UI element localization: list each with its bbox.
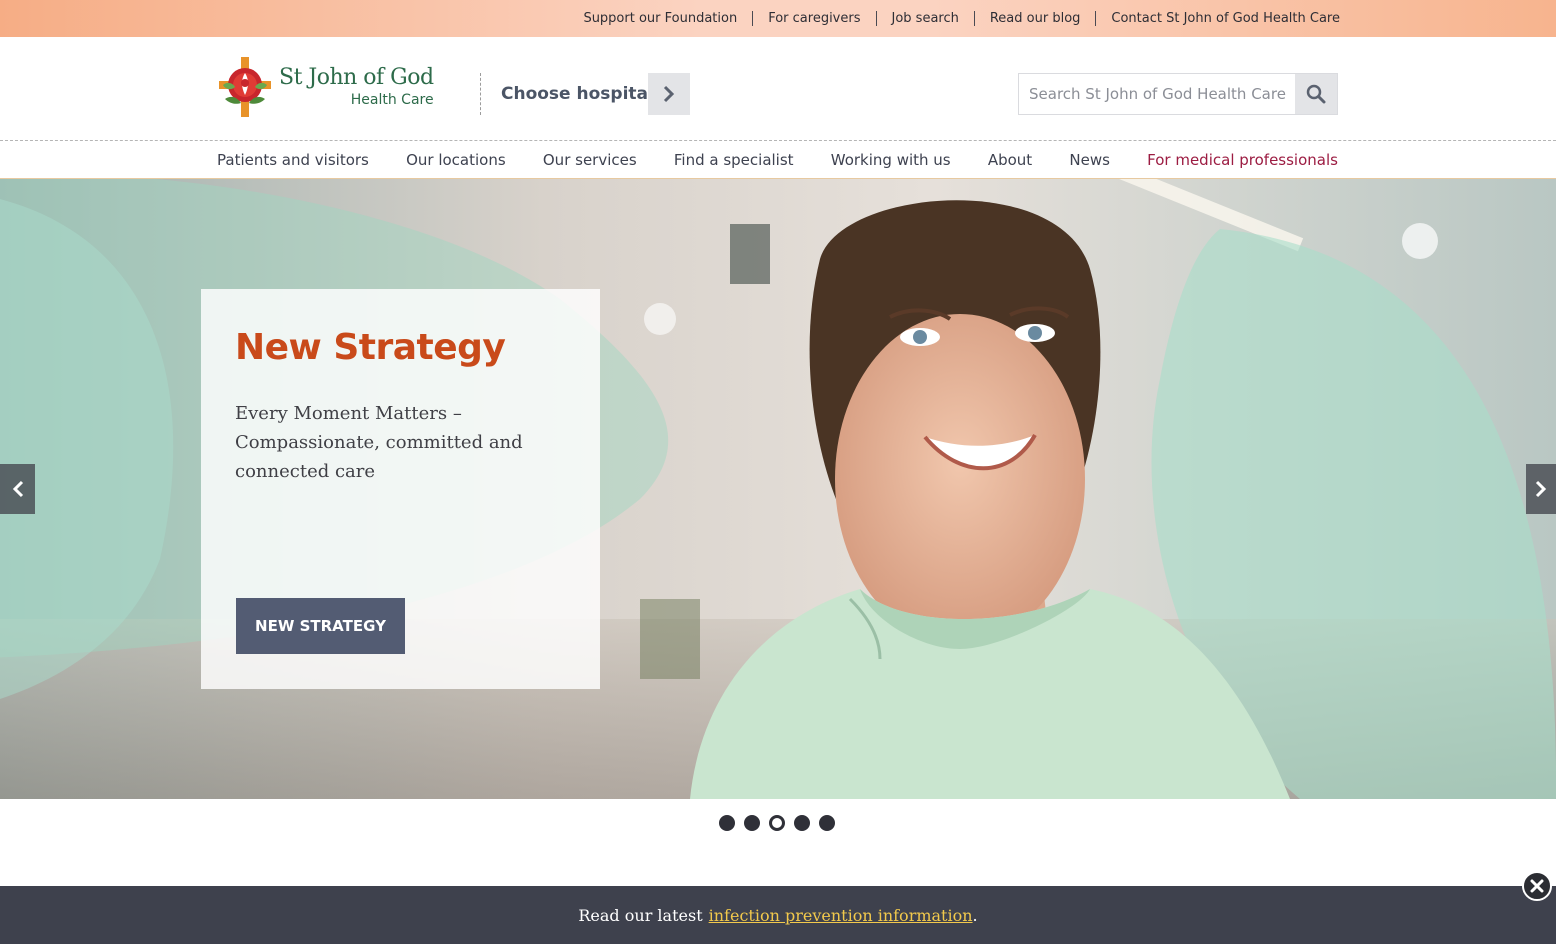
carousel-dot[interactable] [794, 815, 810, 831]
nav-find-specialist[interactable]: Find a specialist [674, 151, 794, 169]
alert-text: Read our latest infection prevention inf… [0, 886, 1556, 944]
carousel-dots [719, 815, 835, 831]
utility-link-foundation[interactable]: Support our Foundation [568, 11, 752, 26]
carousel-next-button[interactable] [1526, 464, 1556, 514]
search-button[interactable] [1295, 74, 1337, 114]
alert-banner: Read our latest infection prevention inf… [0, 886, 1556, 944]
utility-bar: Support our Foundation For caregivers Jo… [0, 0, 1556, 37]
nav-about[interactable]: About [988, 151, 1032, 169]
logo-subtitle: Health Care [350, 92, 434, 108]
close-icon [1530, 879, 1544, 893]
carousel-dot[interactable] [744, 815, 760, 831]
logo-cross-icon [219, 57, 271, 117]
chevron-left-icon [12, 480, 23, 498]
site-logo[interactable]: St John of God Health Care [217, 55, 457, 119]
carousel-dot[interactable] [819, 815, 835, 831]
chevron-right-icon [1535, 480, 1547, 498]
search-input[interactable] [1019, 74, 1296, 114]
hero-card: New Strategy Every Moment Matters – Comp… [201, 289, 600, 689]
choose-hospital[interactable]: Choose hospital [501, 73, 690, 115]
nav-patients-visitors[interactable]: Patients and visitors [217, 151, 369, 169]
main-nav: Patients and visitors Our locations Our … [0, 141, 1556, 179]
logo-name: St John of God [279, 65, 434, 90]
nav-medical-professionals[interactable]: For medical professionals [1147, 151, 1338, 169]
header-divider [480, 73, 481, 115]
main-nav-list: Patients and visitors Our locations Our … [217, 141, 1338, 179]
alert-close-button[interactable] [1522, 871, 1552, 901]
utility-link-blog[interactable]: Read our blog [973, 11, 1096, 26]
carousel-prev-button[interactable] [0, 464, 35, 514]
carousel-dot[interactable] [719, 815, 735, 831]
hero-carousel: New Strategy Every Moment Matters – Comp… [0, 179, 1556, 799]
search-box [1018, 73, 1338, 115]
nav-news[interactable]: News [1069, 151, 1110, 169]
utility-link-caregivers[interactable]: For caregivers [752, 11, 875, 26]
nav-our-locations[interactable]: Our locations [406, 151, 506, 169]
nav-our-services[interactable]: Our services [543, 151, 637, 169]
nav-working-with-us[interactable]: Working with us [831, 151, 951, 169]
alert-suffix: . [972, 905, 978, 925]
carousel-dot-active[interactable] [769, 815, 785, 831]
alert-prefix: Read our latest [578, 905, 703, 925]
choose-hospital-button[interactable] [648, 73, 690, 115]
choose-hospital-label: Choose hospital [501, 84, 654, 104]
logo-text: St John of God Health Care [279, 65, 434, 109]
utility-links: Support our Foundation For caregivers Jo… [568, 0, 1340, 37]
hero-text: Every Moment Matters – Compassionate, co… [235, 403, 523, 482]
search-icon [1306, 84, 1326, 104]
infection-prevention-link[interactable]: infection prevention information [709, 906, 973, 925]
chevron-right-icon [663, 85, 675, 103]
site-header: St John of God Health Care Choose hospit… [0, 37, 1556, 141]
utility-link-contact[interactable]: Contact St John of God Health Care [1095, 11, 1340, 26]
utility-link-job-search[interactable]: Job search [875, 11, 974, 26]
new-strategy-button[interactable]: NEW STRATEGY [236, 598, 405, 654]
hero-title: New Strategy [235, 327, 506, 368]
